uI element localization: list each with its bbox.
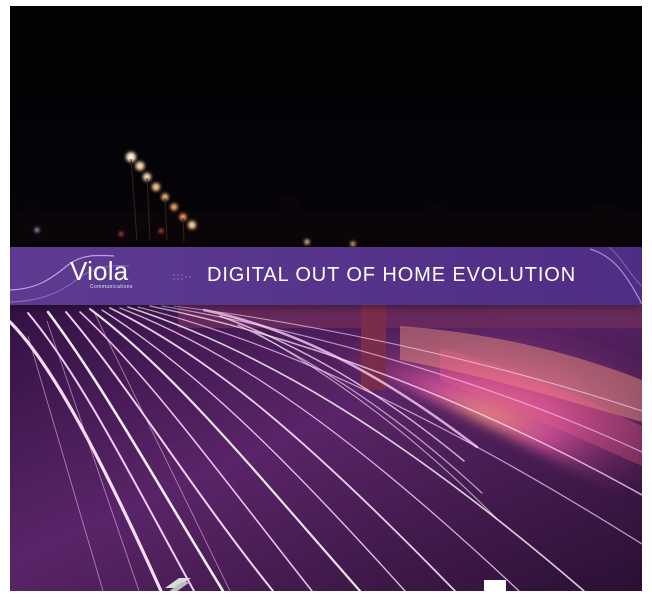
billboard-headline: DIGITAL OUT OF HOME EVOLUTION [207, 264, 577, 286]
photo-frame: Viola Communications DIGITAL OUT OF HOME… [10, 6, 642, 591]
digital-billboard: Viola Communications DIGITAL OUT OF HOME… [10, 247, 642, 305]
viola-logo: Viola Communications [70, 257, 190, 297]
corner-white-square [484, 580, 506, 591]
brand-name: Viola [70, 256, 129, 286]
brand-tagline: Communications [90, 284, 133, 290]
